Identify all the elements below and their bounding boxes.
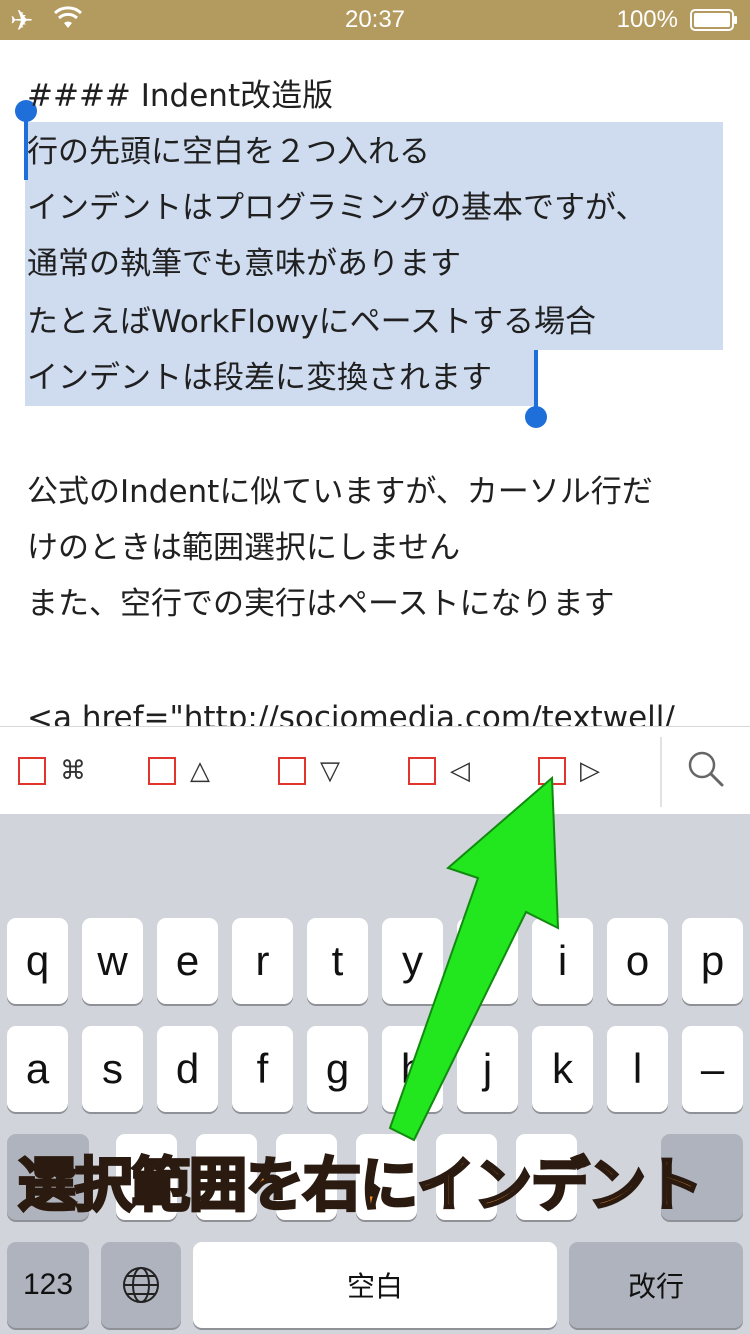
selection-end-handle[interactable] (525, 406, 547, 428)
left-action-button[interactable]: ◁ (408, 749, 470, 793)
triangle-left-icon: ◁ (450, 756, 470, 786)
key-j[interactable]: j (457, 1026, 518, 1112)
key-e[interactable]: e (157, 918, 218, 1004)
triangle-down-icon: ▽ (320, 756, 340, 786)
globe-key[interactable] (101, 1242, 181, 1328)
editor-line: #### Indent改造版 (27, 78, 334, 114)
editor-line: インデントは段差に変換されます (27, 360, 492, 396)
key-t[interactable]: t (307, 918, 368, 1004)
key-h[interactable]: h (382, 1026, 443, 1112)
up-action-button[interactable]: △ (148, 749, 210, 793)
key-u[interactable]: u (457, 918, 518, 1004)
key-s[interactable]: s (82, 1026, 143, 1112)
down-action-button[interactable]: ▽ (278, 749, 340, 793)
battery-icon (690, 9, 737, 31)
key-y[interactable]: y (382, 918, 443, 1004)
key-d[interactable]: d (157, 1026, 218, 1112)
globe-icon (123, 1267, 159, 1303)
checkbox-icon (18, 757, 46, 785)
checkbox-icon (408, 757, 436, 785)
command-icon: ⌘ (60, 756, 86, 786)
key-p[interactable]: p (682, 918, 743, 1004)
key-o[interactable]: o (607, 918, 668, 1004)
key-r[interactable]: r (232, 918, 293, 1004)
on-screen-keyboard: q w e r t y u i o p a s d f g h j k l – … (0, 814, 750, 1334)
indent-right-action-button[interactable]: ▷ (538, 749, 600, 793)
key-q[interactable]: q (7, 918, 68, 1004)
key-f[interactable]: f (232, 1026, 293, 1112)
editor-line: 通常の執筆でも意味があります (27, 246, 461, 282)
editor-line: 公式のIndentに似ていますが、カーソル行だ (27, 474, 653, 510)
triangle-right-icon: ▷ (580, 756, 600, 786)
key-dash[interactable]: – (682, 1026, 743, 1112)
accessory-toolbar: ⌘ △ ▽ ◁ ▷ (0, 726, 750, 815)
checkbox-icon (278, 757, 306, 785)
checkbox-icon (538, 757, 566, 785)
triangle-up-icon: △ (190, 756, 210, 786)
toolbar-divider (660, 737, 662, 807)
key-a[interactable]: a (7, 1026, 68, 1112)
annotation-caption: 選択範囲を右にインデント (16, 1150, 704, 1221)
key-l[interactable]: l (607, 1026, 668, 1112)
editor-line: インデントはプログラミングの基本ですが、 (27, 190, 647, 226)
selection-end-caret[interactable] (534, 350, 538, 410)
key-i[interactable]: i (532, 918, 593, 1004)
editor-line: <a href="http://sociomedia.com/textwell/ (27, 700, 675, 726)
numbers-key[interactable]: 123 (7, 1242, 89, 1328)
editor-line: 行の先頭に空白を２つ入れる (27, 134, 430, 170)
command-action-button[interactable]: ⌘ (18, 749, 86, 793)
status-bar: ✈ 20:37 100% (0, 0, 750, 40)
editor-line: たとえばWorkFlowyにペーストする場合 (27, 304, 597, 340)
search-icon[interactable] (684, 747, 728, 791)
editor-line: けのときは範囲選択にしません (27, 530, 461, 566)
editor-line: また、空行での実行はペーストになります (27, 586, 615, 622)
key-k[interactable]: k (532, 1026, 593, 1112)
key-g[interactable]: g (307, 1026, 368, 1112)
key-w[interactable]: w (82, 918, 143, 1004)
checkbox-icon (148, 757, 176, 785)
return-key[interactable]: 改行 (569, 1242, 743, 1328)
text-editor[interactable]: #### Indent改造版 行の先頭に空白を２つ入れる インデントはプログラミ… (0, 40, 750, 726)
battery-percent: 100% (616, 6, 678, 33)
space-key[interactable]: 空白 (193, 1242, 557, 1328)
